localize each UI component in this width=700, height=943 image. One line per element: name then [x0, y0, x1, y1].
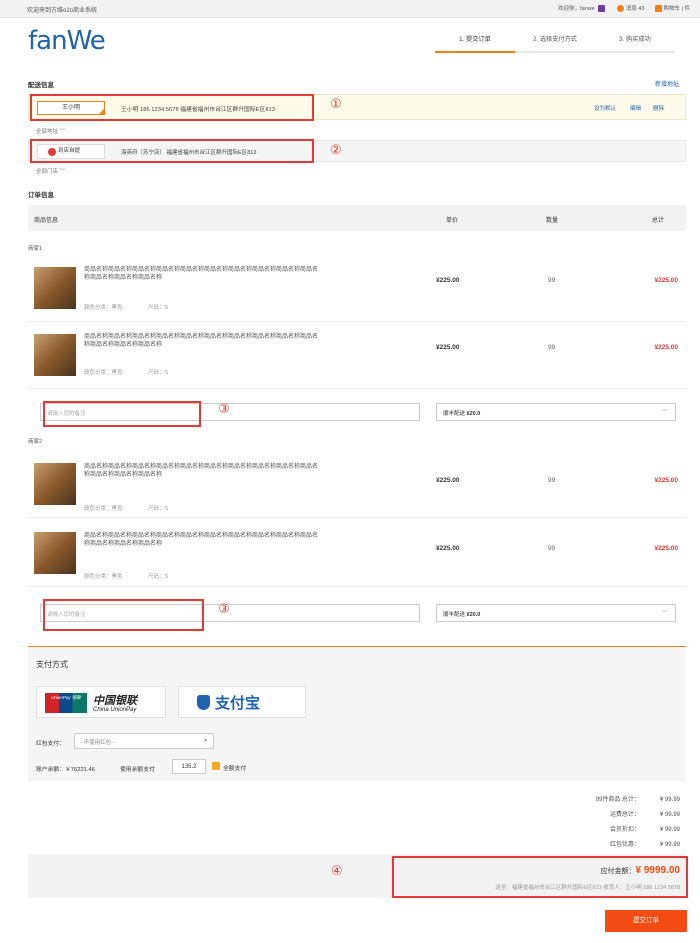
summary-row-items: 99件商品 总计： ¥ 99.99 [595, 797, 680, 803]
use-balance-label: 使用余额支付 [120, 767, 155, 773]
redpack-label: 红包支付： [36, 741, 65, 747]
redpack-select[interactable]: --不使用红包-- ▾ [74, 733, 214, 749]
annotation-3b: ③ [218, 602, 230, 617]
chevron-down-icon: ﹀ [661, 611, 667, 617]
product-thumbnail[interactable] [34, 463, 76, 505]
annotation-box-3b [43, 599, 204, 631]
alipay-label: 支付宝 [215, 695, 261, 712]
shipping-select[interactable]: 顺丰配送 ¥20.0 ﹀ [436, 403, 676, 421]
full-pay-label: 全额支付 [223, 766, 247, 772]
product-price: ¥225.00 [436, 344, 460, 351]
col-total: 总计 [652, 218, 665, 224]
order-item: 商品名称商品名称商品名称商品名称商品名称商品名称商品名称商品名称商品名称商品名称… [28, 522, 686, 587]
edit-address-link[interactable]: 编辑 [630, 104, 641, 112]
step-purchase-success: 3. 购买成功 [595, 34, 675, 53]
product-name[interactable]: 商品名称商品名称商品名称商品名称商品名称商品名称商品名称商品名称商品名称商品名称… [84, 266, 319, 282]
payment-section: 支付方式 UnionPay 银联 中国银联 China UnionPay 支付宝… [28, 646, 686, 781]
order-title: 订单信息 [28, 192, 54, 199]
shipping-select[interactable]: 顺丰配送 ¥20.0 ﹀ [436, 604, 676, 622]
step-submit-order: 1. 提交订单 [435, 34, 515, 53]
product-qty: 99 [548, 277, 556, 284]
shop-name: 商家2 [28, 439, 43, 445]
alipay-option[interactable]: 支付宝 [178, 686, 306, 718]
messages-link[interactable]: 消息 43 [616, 4, 645, 13]
order-item: 商品名称商品名称商品名称商品名称商品名称商品名称商品名称商品名称商品名称商品名称… [28, 453, 686, 518]
payment-title: 支付方式 [36, 660, 68, 669]
add-address-link[interactable]: 新增地址 [655, 79, 679, 88]
annotation-4: ④ [331, 864, 343, 879]
col-product: 商品信息 [34, 218, 59, 224]
chevron-down-icon: ﹀ [661, 410, 667, 416]
submit-order-button[interactable]: 提交订单 [605, 910, 687, 932]
product-thumbnail[interactable] [34, 532, 76, 574]
product-size: 尺码：S [148, 506, 169, 512]
delete-address-link[interactable]: 删除 [653, 104, 664, 112]
order-table-header: 商品信息 单价 数量 总计 [28, 205, 686, 231]
set-default-link[interactable]: 设为默认 [594, 104, 616, 112]
annotation-2: ② [330, 143, 342, 158]
product-total: ¥225.00 [654, 545, 679, 552]
annotation-3: ③ [218, 402, 230, 417]
product-color: 颜色分类：黑色 [84, 574, 123, 580]
annotation-box-3 [43, 401, 201, 427]
chevron-down-icon: ﹀ [59, 129, 66, 135]
chevron-down-icon: ﹀ [59, 169, 66, 175]
cart-link[interactable]: 购物车 | 件 [654, 4, 690, 13]
welcome-text: 欢迎来到方维o2o商业系统 [27, 8, 98, 14]
product-price: ¥225.00 [436, 477, 460, 484]
logo[interactable]: fanWe [28, 26, 106, 56]
product-color: 颜色分类：黑色 [84, 305, 123, 311]
summary-row-redpack: 红包优惠： ¥ 99.99 [609, 842, 680, 848]
delivery-title: 配送信息 [28, 82, 54, 89]
order-item: 商品名称商品名称商品名称商品名称商品名称商品名称商品名称商品名称商品名称商品名称… [28, 257, 686, 322]
balance-amount-input[interactable]: 135.2 [172, 759, 206, 774]
summary-row-discount: 会员折扣： ¥ 99.99 [609, 827, 680, 833]
product-size: 尺码：S [148, 574, 169, 580]
product-color: 颜色分类：黑色 [84, 370, 123, 376]
product-size: 尺码：S [148, 370, 169, 376]
product-price: ¥225.00 [436, 277, 460, 284]
annotation-box-2 [30, 139, 314, 163]
unionpay-option[interactable]: UnionPay 银联 中国银联 China UnionPay [36, 686, 166, 718]
alipay-shield-icon [197, 695, 210, 710]
product-qty: 99 [548, 545, 556, 552]
balance-text: 账户余额：￥76221.46 [36, 767, 95, 773]
product-total: ¥225.00 [654, 477, 679, 484]
unionpay-en-label: China UnionPay [93, 707, 137, 713]
product-total: ¥225.00 [654, 277, 679, 284]
full-pay-checkbox[interactable] [212, 762, 220, 770]
product-thumbnail[interactable] [34, 334, 76, 376]
top-right-links: 欢迎你，fanwe 消息 43 购物车 | 件 [558, 4, 690, 13]
product-qty: 99 [548, 344, 556, 351]
annotation-1: ① [330, 97, 342, 112]
message-icon [616, 5, 624, 13]
summary-row-shipping: 运费总计： ¥ 99.99 [609, 812, 680, 818]
greeting-link[interactable]: 欢迎你，fanwe [558, 4, 607, 13]
product-color: 颜色分类：黑色 [84, 506, 123, 512]
col-qty: 数量 [546, 218, 559, 224]
step-choose-payment: 2. 选择支付方式 [515, 34, 595, 53]
dropdown-arrow-icon: ▾ [204, 738, 207, 744]
product-name[interactable]: 商品名称商品名称商品名称商品名称商品名称商品名称商品名称商品名称商品名称商品名称… [84, 333, 319, 349]
product-size: 尺码：S [148, 305, 169, 311]
top-bar: 欢迎来到方维o2o商业系统 欢迎你，fanwe 消息 43 购物车 | 件 [0, 0, 700, 18]
checkout-steps: 1. 提交订单 2. 选择支付方式 3. 购买成功 [435, 34, 675, 53]
unionpay-icon: UnionPay 银联 [45, 693, 87, 713]
annotation-box-1 [30, 94, 314, 121]
cart-icon [654, 5, 662, 13]
col-price: 单价 [446, 218, 459, 224]
product-name[interactable]: 商品名称商品名称商品名称商品名称商品名称商品名称商品名称商品名称商品名称商品名称… [84, 463, 319, 479]
product-total: ¥225.00 [654, 344, 679, 351]
annotation-box-4 [392, 856, 688, 898]
all-stores-toggle[interactable]: 全部门店 ﹀ [36, 167, 65, 175]
unionpay-label: 中国银联 [93, 695, 137, 707]
product-thumbnail[interactable] [34, 267, 76, 309]
product-name[interactable]: 商品名称商品名称商品名称商品名称商品名称商品名称商品名称商品名称商品名称商品名称… [84, 532, 319, 548]
order-item: 商品名称商品名称商品名称商品名称商品名称商品名称商品名称商品名称商品名称商品名称… [28, 324, 686, 389]
product-price: ¥225.00 [436, 545, 460, 552]
shop-name: 商家1 [28, 246, 43, 252]
product-qty: 99 [548, 477, 556, 484]
user-avatar-icon [597, 5, 605, 13]
all-addresses-toggle[interactable]: 全部地址 ﹀ [36, 127, 65, 135]
